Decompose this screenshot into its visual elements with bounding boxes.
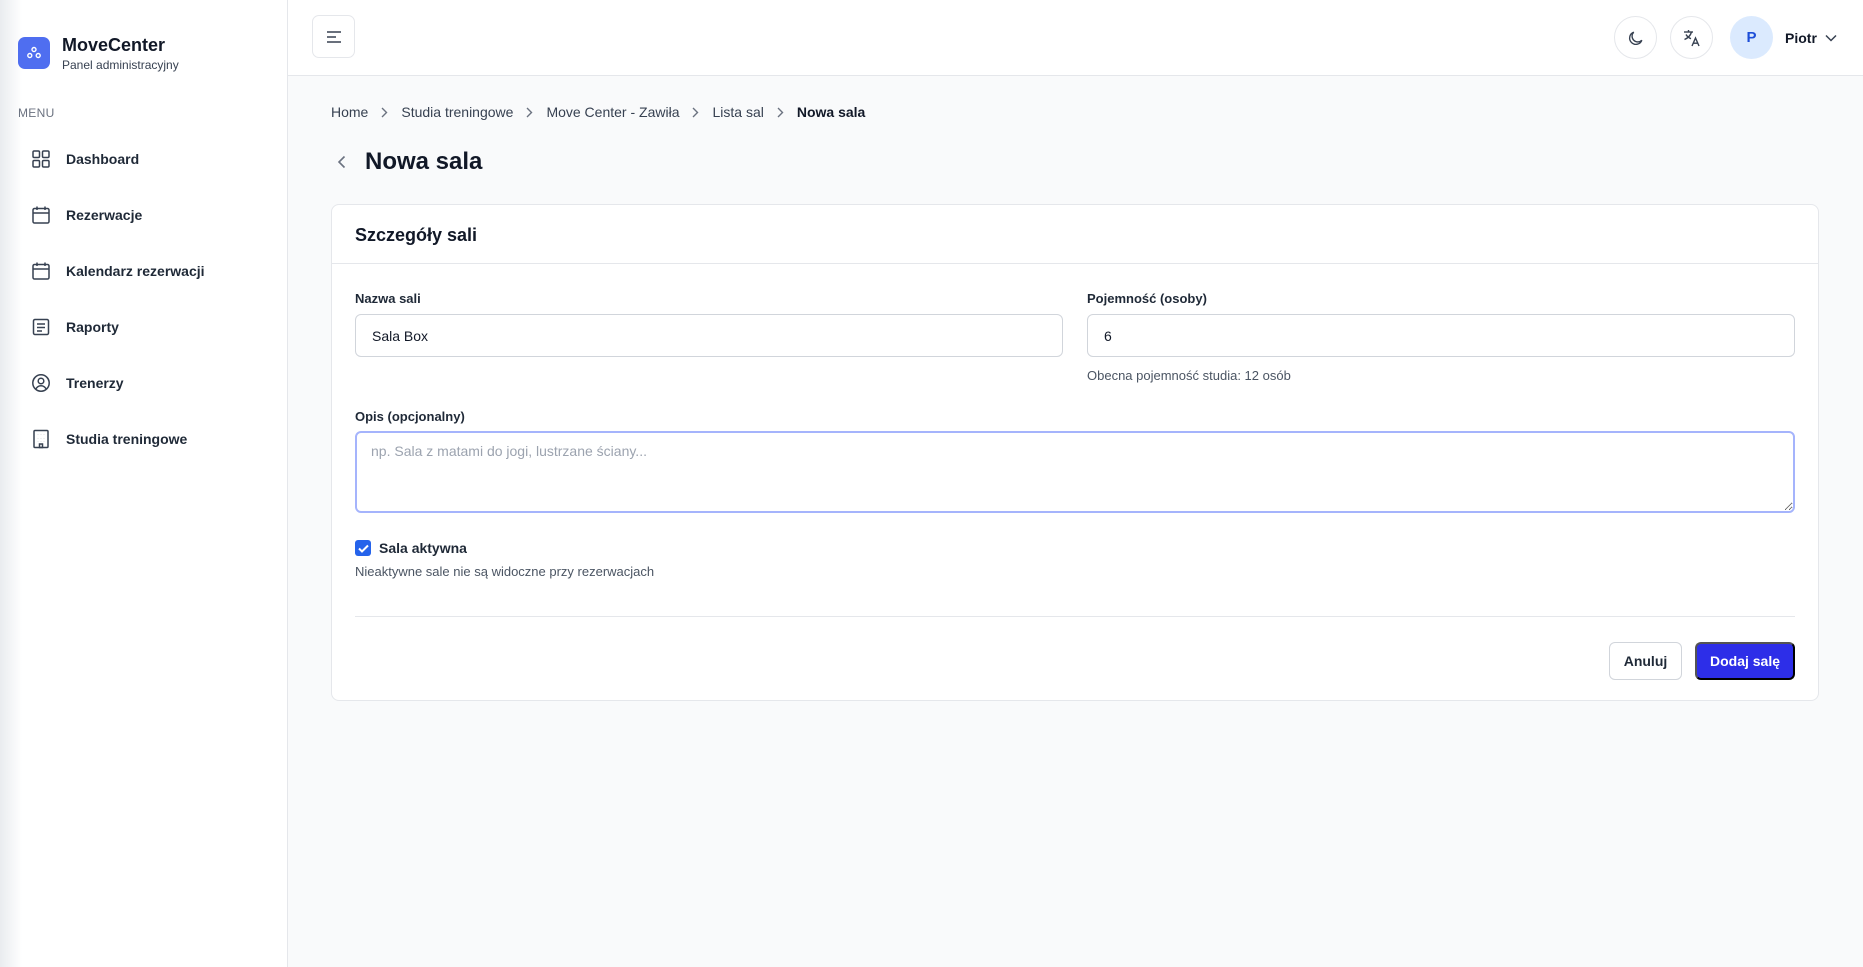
breadcrumb-current: Nowa sala (796, 104, 866, 120)
page-header: Nowa sala (331, 148, 482, 176)
active-checkbox-label: Sala aktywna (379, 540, 467, 556)
moon-icon (1628, 31, 1642, 45)
main-area: P Piotr Home Studia treningowe Move Cent… (288, 0, 1863, 967)
sidebar-item-label: Rezerwacje (66, 207, 143, 223)
description-textarea[interactable] (355, 431, 1795, 513)
user-circle-icon (31, 373, 51, 393)
sidebar: MoveCenter Panel administracyjny MENU Da… (0, 0, 288, 967)
page-title: Nowa sala (365, 148, 483, 175)
sidebar-item-rezerwacje[interactable]: Rezerwacje (14, 187, 274, 243)
language-button[interactable] (1670, 16, 1713, 59)
capacity-input[interactable]: 6 (1087, 314, 1795, 357)
building-icon (31, 429, 51, 449)
chevron-down-icon (1825, 34, 1837, 42)
chevron-right-icon (777, 107, 784, 118)
room-name-label: Nazwa sali (355, 291, 421, 306)
sidebar-item-label: Trenerzy (66, 375, 124, 391)
card-header: Szczegóły sali (332, 205, 1818, 264)
description-label: Opis (opcjonalny) (355, 409, 465, 424)
capacity-label: Pojemność (osoby) (1087, 291, 1207, 306)
breadcrumb-studia[interactable]: Studia treningowe (401, 104, 513, 120)
active-hint: Nieaktywne sale nie są widoczne przy rez… (355, 564, 655, 579)
room-name-input[interactable]: Sala Box (355, 314, 1063, 357)
card-title: Szczegóły sali (355, 225, 478, 245)
capacity-hint: Obecna pojemność studia: 12 osób (1087, 368, 1291, 383)
cancel-button[interactable]: Anuluj (1609, 642, 1682, 680)
user-name: Piotr (1785, 29, 1817, 46)
sidebar-nav: Dashboard Rezerwacje Kalendarz rezerwacj… (14, 131, 274, 467)
app: MoveCenter Panel administracyjny MENU Da… (0, 0, 1863, 967)
menu-icon (326, 30, 341, 43)
breadcrumb-studio[interactable]: Move Center - Zawiła (546, 104, 679, 120)
brand-subtitle: Panel administracyjny (62, 58, 179, 72)
sidebar-item-raporty[interactable]: Raporty (14, 299, 274, 355)
topbar: P Piotr (288, 0, 1863, 76)
grid-icon (31, 149, 51, 169)
check-icon (357, 544, 369, 553)
breadcrumb-home[interactable]: Home (331, 104, 368, 120)
brand-logo-icon (18, 37, 50, 69)
sidebar-item-label: Kalendarz rezerwacji (66, 263, 205, 279)
menu-toggle-button[interactable] (312, 15, 355, 58)
brand-title: MoveCenter (62, 35, 166, 55)
user-menu[interactable]: P Piotr (1730, 16, 1837, 59)
chevron-right-icon (526, 107, 533, 118)
sidebar-item-kalendarz-rezerwacji[interactable]: Kalendarz rezerwacji (14, 243, 274, 299)
brand[interactable]: MoveCenter Panel administracyjny (18, 35, 179, 72)
room-details-card: Szczegóły sali Nazwa sali Sala Box Pojem… (331, 204, 1819, 701)
report-icon (31, 317, 51, 337)
form-divider (355, 616, 1795, 617)
breadcrumb: Home Studia treningowe Move Center - Zaw… (331, 104, 865, 120)
menu-section-label: MENU (18, 106, 55, 120)
chevron-right-icon (381, 107, 388, 118)
sidebar-item-label: Raporty (66, 319, 119, 335)
theme-toggle-button[interactable] (1614, 16, 1657, 59)
active-checkbox[interactable] (355, 540, 371, 556)
chevron-right-icon (692, 107, 699, 118)
breadcrumb-lista-sal[interactable]: Lista sal (712, 104, 763, 120)
chevron-left-icon (337, 155, 345, 169)
active-checkbox-row[interactable]: Sala aktywna (355, 540, 467, 556)
back-button[interactable] (331, 152, 351, 172)
add-room-button[interactable]: Dodaj salę (1695, 642, 1795, 680)
sidebar-item-label: Studia treningowe (66, 431, 188, 447)
sidebar-item-dashboard[interactable]: Dashboard (14, 131, 274, 187)
sidebar-item-studia-treningowe[interactable]: Studia treningowe (14, 411, 274, 467)
calendar-icon (31, 261, 51, 281)
calendar-icon (31, 205, 51, 225)
avatar: P (1730, 16, 1773, 59)
translate-icon (1683, 29, 1700, 46)
sidebar-item-label: Dashboard (66, 151, 140, 167)
sidebar-item-trenerzy[interactable]: Trenerzy (14, 355, 274, 411)
